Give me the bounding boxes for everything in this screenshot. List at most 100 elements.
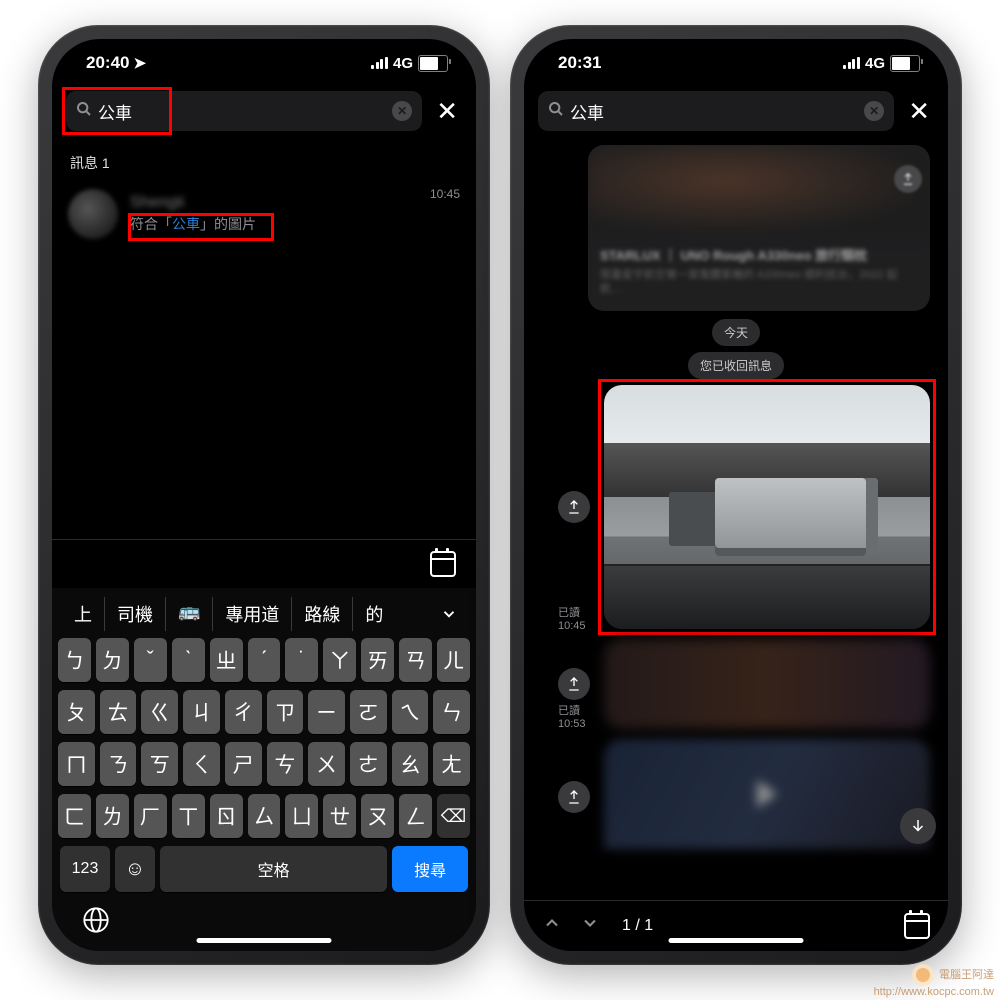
key[interactable]: ㄊ <box>100 690 137 734</box>
network-label: 4G <box>393 55 413 72</box>
search-results: 訊息 1 Shengti 符合「公車」的圖片 10:45 <box>52 141 476 539</box>
key[interactable]: ㄆ <box>58 690 95 734</box>
scroll-down-button[interactable] <box>900 808 936 844</box>
key[interactable]: ㄙ <box>248 794 281 838</box>
share-button[interactable] <box>558 491 590 523</box>
key[interactable]: ㄖ <box>210 794 243 838</box>
suggestion[interactable]: 司機 <box>105 597 166 631</box>
numeric-key[interactable]: 123 <box>60 846 110 892</box>
key[interactable]: ㄛ <box>350 690 387 734</box>
battery-icon <box>890 55 920 72</box>
key[interactable]: ㄣ <box>433 690 470 734</box>
result-row[interactable]: Shengti 符合「公車」的圖片 10:45 <box>68 183 460 245</box>
watermark: 電腦王阿達 http://www.kocpc.com.tw <box>874 964 994 998</box>
home-indicator[interactable] <box>669 938 804 943</box>
search-icon <box>76 101 92 122</box>
suggestion[interactable]: 路線 <box>292 597 353 631</box>
share-button[interactable] <box>558 781 590 813</box>
calendar-icon[interactable] <box>904 913 930 939</box>
key[interactable]: ㄜ <box>350 742 387 786</box>
key[interactable]: ㄔ <box>225 690 262 734</box>
key[interactable]: ㄑ <box>183 742 220 786</box>
key[interactable]: ㄞ <box>361 638 394 682</box>
chat-content[interactable]: STARLUX ｜ UNO Rough A330neo 旅行頸枕 限量星宇航空第… <box>524 141 948 900</box>
globe-key[interactable] <box>82 906 110 939</box>
key[interactable]: ㄩ <box>285 794 318 838</box>
search-query: 公車 <box>570 99 864 124</box>
key[interactable]: ˙ <box>285 638 318 682</box>
home-indicator[interactable] <box>197 938 332 943</box>
key[interactable]: ㄢ <box>399 638 432 682</box>
message-meta: 已讀 10:53 <box>558 705 586 731</box>
link-preview-card[interactable]: STARLUX ｜ UNO Rough A330neo 旅行頸枕 限量星宇航空第… <box>588 145 930 311</box>
key[interactable]: ㄕ <box>225 742 262 786</box>
key[interactable]: ㄍ <box>141 690 178 734</box>
message-bubble[interactable]: 已讀 10:45 <box>604 385 930 630</box>
key[interactable]: ㄚ <box>323 638 356 682</box>
emoji-key[interactable]: ☺ <box>115 846 155 892</box>
key[interactable]: ㄗ <box>267 690 304 734</box>
delete-key[interactable]: ⌫ <box>437 794 470 838</box>
key[interactable]: ㄘ <box>267 742 304 786</box>
screen-left: 20:40 ➤ 4G 公車 ✕ ✕ <box>52 39 476 951</box>
suggestion[interactable]: 🚌 <box>166 597 213 631</box>
message-meta: 已讀 10:45 <box>558 607 586 633</box>
key[interactable]: ㄨ <box>308 742 345 786</box>
key[interactable]: ㄏ <box>134 794 167 838</box>
share-button[interactable] <box>558 668 590 700</box>
key-row-bottom: 123 ☺ 空格 搜尋 <box>58 846 470 892</box>
key[interactable]: ㄓ <box>210 638 243 682</box>
status-time: 20:40 <box>86 53 129 73</box>
result-nav-bar: 1 / 1 <box>524 900 948 951</box>
key[interactable]: ㄥ <box>399 794 432 838</box>
key[interactable]: ㄟ <box>392 690 429 734</box>
key[interactable]: ㄧ <box>308 690 345 734</box>
key[interactable]: ㄇ <box>58 742 95 786</box>
search-key[interactable]: 搜尋 <box>392 846 468 892</box>
key[interactable]: ㄝ <box>323 794 356 838</box>
suggestions: 上 司機 🚌 專用道 路線 的 <box>62 597 432 631</box>
watermark-icon <box>912 964 934 986</box>
key[interactable]: ㄤ <box>433 742 470 786</box>
key[interactable]: ㄒ <box>172 794 205 838</box>
suggestion[interactable]: 的 <box>353 597 395 631</box>
key[interactable]: ㄋ <box>100 742 137 786</box>
avatar <box>68 189 118 239</box>
key[interactable]: ㄎ <box>141 742 178 786</box>
clear-search-button[interactable]: ✕ <box>864 101 884 121</box>
video-message-blurred[interactable] <box>604 739 930 849</box>
search-input[interactable]: 公車 ✕ <box>66 91 422 131</box>
key[interactable]: ㄅ <box>58 638 91 682</box>
search-query: 公車 <box>98 99 392 124</box>
suggestion[interactable]: 專用道 <box>213 597 292 631</box>
key[interactable]: ㄉ <box>96 638 129 682</box>
key[interactable]: ㄡ <box>361 794 394 838</box>
search-input[interactable]: 公車 ✕ <box>538 91 894 131</box>
photo-message-blurred[interactable] <box>604 639 930 729</box>
suggestion[interactable]: 上 <box>62 597 105 631</box>
clear-search-button[interactable]: ✕ <box>392 101 412 121</box>
close-button[interactable]: ✕ <box>904 96 934 127</box>
signal-icon <box>843 57 860 69</box>
share-icon[interactable] <box>894 165 922 193</box>
key[interactable]: ㄠ <box>392 742 429 786</box>
key[interactable]: ㄌ <box>96 794 129 838</box>
key[interactable]: ㄐ <box>183 690 220 734</box>
key[interactable]: ㄈ <box>58 794 91 838</box>
photo-message[interactable] <box>604 385 930 630</box>
calendar-icon[interactable] <box>430 551 456 577</box>
next-result-button[interactable] <box>580 913 600 939</box>
search-row: 公車 ✕ ✕ <box>52 87 476 141</box>
status-time: 20:31 <box>558 53 601 72</box>
key-row-2: ㄆ ㄊ ㄍ ㄐ ㄔ ㄗ ㄧ ㄛ ㄟ ㄣ <box>58 690 470 734</box>
key[interactable]: ㄦ <box>437 638 470 682</box>
key[interactable]: ˇ <box>134 638 167 682</box>
collapse-suggestions[interactable] <box>432 605 466 623</box>
notch <box>661 39 811 69</box>
close-button[interactable]: ✕ <box>432 96 462 127</box>
space-key[interactable]: 空格 <box>160 846 387 892</box>
key[interactable]: ˋ <box>172 638 205 682</box>
key[interactable]: ˊ <box>248 638 281 682</box>
location-icon: ➤ <box>133 54 146 72</box>
prev-result-button[interactable] <box>542 913 562 939</box>
